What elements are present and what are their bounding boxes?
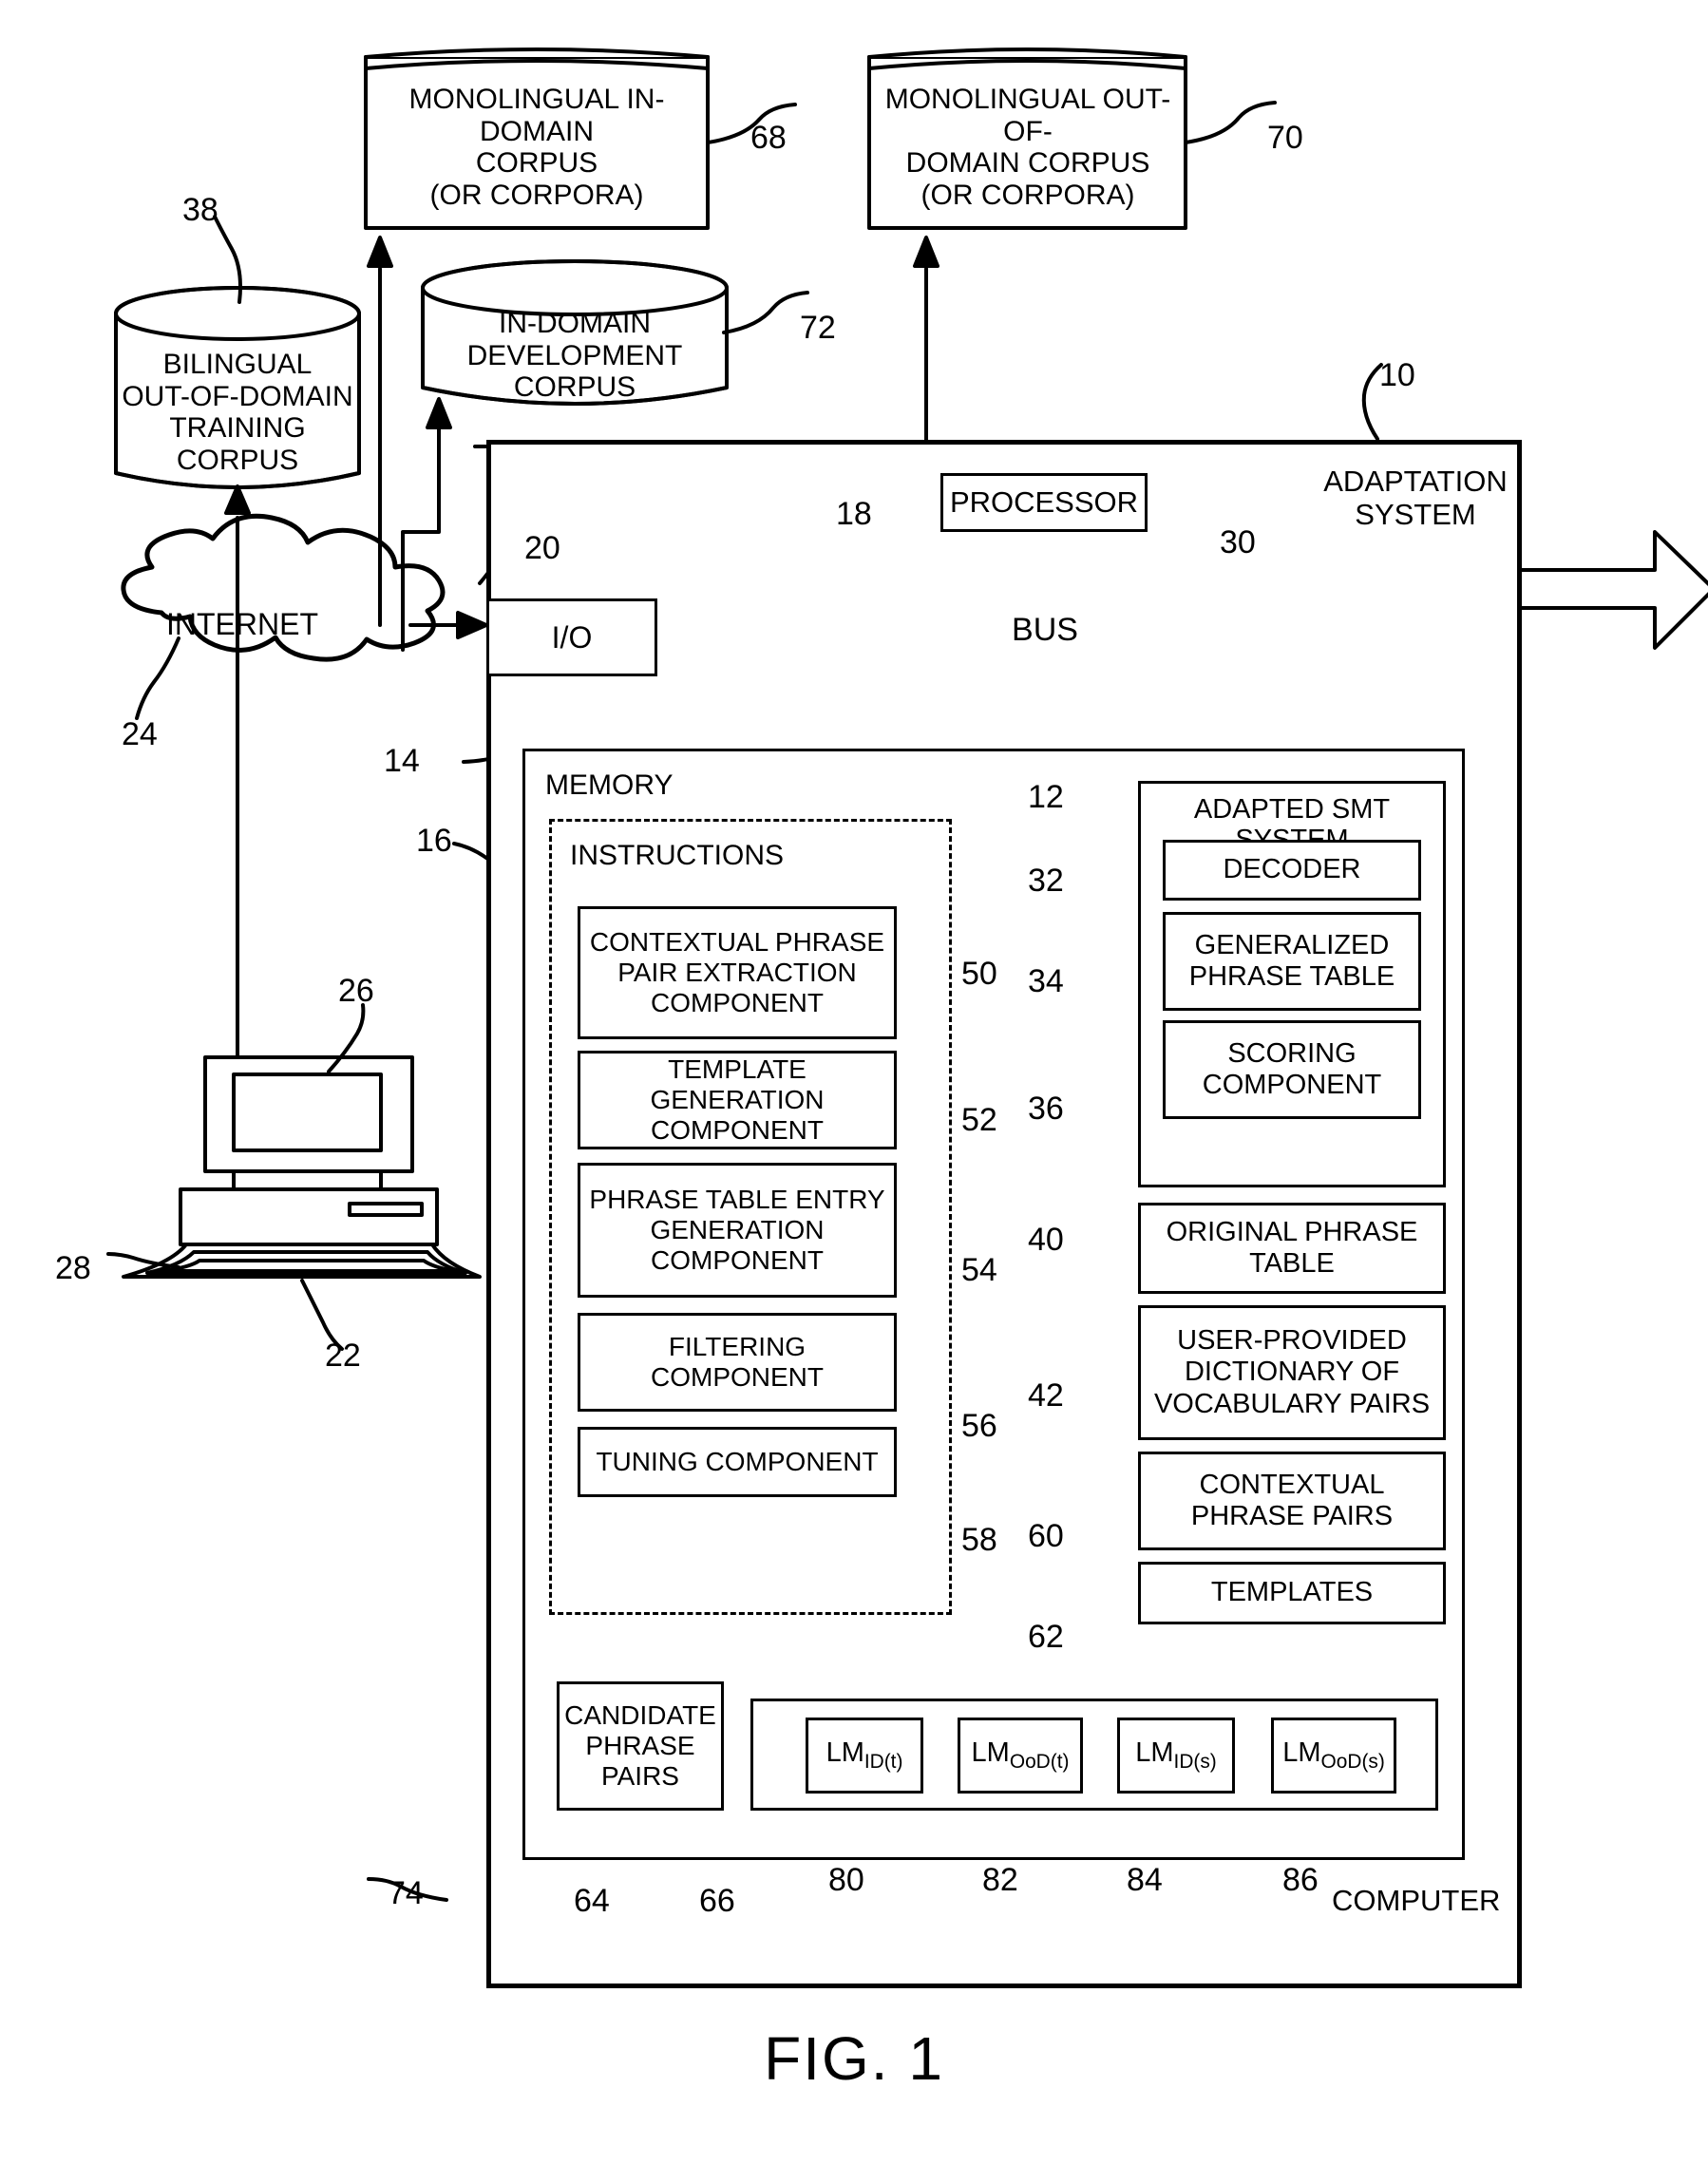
ref-72: 72 [800, 310, 836, 346]
ref-50: 50 [961, 956, 997, 992]
language-model-label: LMOoD(t) [972, 1737, 1070, 1774]
ref-34: 34 [1028, 963, 1064, 999]
ref-62: 62 [1028, 1619, 1064, 1655]
ref-42: 42 [1028, 1377, 1064, 1414]
instruction-component-box: CONTEXTUAL PHRASE PAIR EXTRACTION COMPON… [578, 906, 897, 1039]
memory-data-label: TEMPLATES [1210, 1577, 1374, 1608]
client-computer-illustration [122, 1055, 482, 1279]
memory-data-box: TEMPLATES [1138, 1562, 1446, 1624]
ref-74: 74 [388, 1875, 424, 1911]
ref-20: 20 [524, 530, 560, 566]
ref-56: 56 [961, 1408, 997, 1444]
ref-32: 32 [1028, 863, 1064, 899]
lm-base: LM [971, 1737, 1010, 1769]
lm-base: LM [1282, 1737, 1321, 1769]
processor-label: PROCESSOR [949, 485, 1139, 520]
ref-18: 18 [836, 496, 872, 532]
instruction-component-box: PHRASE TABLE ENTRY GENERATION COMPONENT [578, 1163, 897, 1298]
ref-82: 82 [982, 1862, 1018, 1898]
ref-64: 64 [574, 1883, 610, 1919]
instruction-component-label: PHRASE TABLE ENTRY GENERATION COMPONENT [589, 1185, 885, 1275]
lm-base: LM [1135, 1737, 1174, 1769]
language-model-label: LMOoD(s) [1282, 1737, 1385, 1774]
bus-label: BUS [1012, 612, 1078, 648]
instruction-component-label: CONTEXTUAL PHRASE PAIR EXTRACTION COMPON… [589, 927, 885, 1017]
instructions-label: INSTRUCTIONS [570, 840, 784, 871]
instruction-component-box: TEMPLATE GENERATION COMPONENT [578, 1051, 897, 1149]
memory-label: MEMORY [545, 769, 674, 801]
ref-80: 80 [828, 1862, 864, 1898]
lm-subscript: OoD(t) [1009, 1751, 1070, 1773]
ref-14: 14 [384, 743, 420, 779]
memory-data-label: USER-PROVIDED DICTIONARY OF VOCABULARY P… [1153, 1325, 1431, 1419]
computer-label: COMPUTER [1332, 1884, 1501, 1917]
ref-38: 38 [182, 192, 218, 228]
ref-28: 28 [55, 1250, 91, 1286]
ref-26: 26 [338, 973, 374, 1009]
ref-24: 24 [122, 716, 158, 752]
candidate-phrase-pairs-box: CANDIDATE PHRASE PAIRS [557, 1681, 724, 1811]
lm-base: LM [826, 1737, 864, 1769]
instruction-component-label: TUNING COMPONENT [596, 1447, 879, 1477]
io-label: I/O [551, 619, 593, 655]
instruction-component-label: TEMPLATE GENERATION COMPONENT [650, 1054, 825, 1145]
adaptation-system-title: ADAPTATION SYSTEM [1323, 465, 1508, 531]
lm-subscript: ID(s) [1173, 1751, 1217, 1773]
patent-figure-canvas: MONOLINGUAL IN-DOMAIN CORPUS (OR CORPORA… [0, 0, 1708, 2183]
ref-12: 12 [1028, 779, 1064, 815]
in-domain-development-label: IN-DOMAIN DEVELOPMENT CORPUS [466, 308, 683, 404]
internet-label: INTERNET [166, 607, 318, 641]
ref-10: 10 [1379, 357, 1415, 393]
ref-54: 54 [961, 1252, 997, 1288]
processor-box: PROCESSOR [940, 473, 1148, 532]
smt-child-label: DECODER [1223, 854, 1361, 885]
ref-16: 16 [416, 823, 452, 859]
memory-data-box: USER-PROVIDED DICTIONARY OF VOCABULARY P… [1138, 1305, 1446, 1440]
instruction-component-box: FILTERING COMPONENT [578, 1313, 897, 1412]
ref-22: 22 [325, 1338, 361, 1374]
memory-data-box: CONTEXTUAL PHRASE PAIRS [1138, 1452, 1446, 1550]
ref-60: 60 [1028, 1518, 1064, 1554]
lm-subscript: ID(t) [863, 1751, 903, 1773]
ref-40: 40 [1028, 1222, 1064, 1258]
smt-child-label: SCORING COMPONENT [1202, 1037, 1382, 1100]
memory-data-label: CONTEXTUAL PHRASE PAIRS [1190, 1469, 1394, 1531]
language-model-box: LMOoD(t) [958, 1718, 1083, 1794]
bilingual-out-of-domain-label: BILINGUAL OUT-OF-DOMAIN TRAINING CORPUS [122, 349, 353, 476]
ref-84: 84 [1127, 1862, 1163, 1898]
language-model-box: LMID(t) [806, 1718, 923, 1794]
monolingual-in-domain-label: MONOLINGUAL IN-DOMAIN CORPUS (OR CORPORA… [408, 84, 665, 211]
io-box: I/O [486, 598, 657, 676]
ref-52: 52 [961, 1102, 997, 1138]
smt-child-label: GENERALIZED PHRASE TABLE [1188, 929, 1395, 992]
ref-66: 66 [699, 1883, 735, 1919]
ref-30: 30 [1220, 524, 1256, 560]
candidate-phrase-pairs-label: CANDIDATE PHRASE PAIRS [564, 1700, 716, 1791]
smt-child-box: SCORING COMPONENT [1163, 1020, 1421, 1119]
ref-58: 58 [961, 1522, 997, 1558]
ref-70: 70 [1267, 120, 1303, 156]
lm-subscript: OoD(s) [1320, 1751, 1385, 1773]
memory-data-box: ORIGINAL PHRASE TABLE [1138, 1203, 1446, 1294]
language-model-label: LMID(s) [1135, 1737, 1217, 1774]
instruction-component-label: FILTERING COMPONENT [651, 1332, 824, 1392]
ref-36: 36 [1028, 1091, 1064, 1127]
smt-child-box: DECODER [1163, 840, 1421, 901]
ref-86: 86 [1282, 1862, 1319, 1898]
ref-68: 68 [750, 120, 787, 156]
language-model-box: LMOoD(s) [1271, 1718, 1396, 1794]
instruction-component-box: TUNING COMPONENT [578, 1427, 897, 1497]
smt-child-box: GENERALIZED PHRASE TABLE [1163, 912, 1421, 1011]
monolingual-out-of-domain-label: MONOLINGUAL OUT-OF- DOMAIN CORPUS (OR CO… [884, 84, 1171, 211]
memory-data-label: ORIGINAL PHRASE TABLE [1166, 1216, 1418, 1279]
figure-caption: FIG. 1 [764, 2024, 944, 2093]
language-model-label: LMID(t) [826, 1737, 903, 1774]
language-model-box: LMID(s) [1117, 1718, 1235, 1794]
